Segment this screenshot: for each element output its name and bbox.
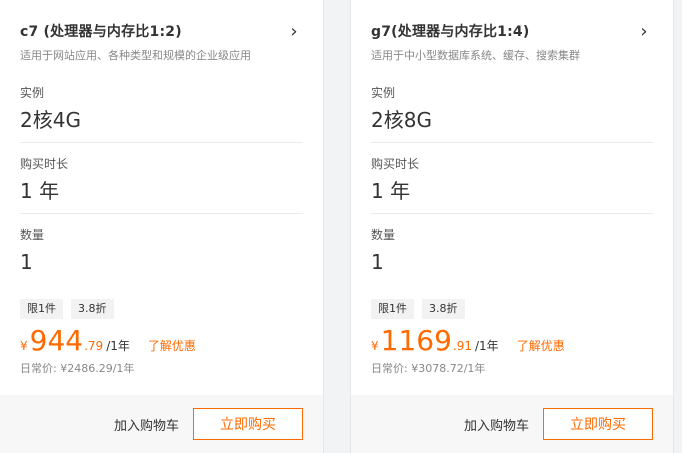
limit-tag: 限1件 [20,299,63,319]
regular-price: 日常价: ¥2486.29/1年 [20,362,135,375]
field-instance[interactable]: 实例 2核4G [20,72,303,143]
field-quantity[interactable]: 数量 1 [371,214,653,285]
limit-tag: 限1件 [371,299,414,319]
promo-tags: 限1件 3.8折 [371,299,653,319]
field-label: 实例 [371,86,396,100]
field-value: 2核8G [371,108,432,132]
price-unit: /1年 [106,339,130,353]
chevron-right-icon[interactable]: › [285,22,303,42]
buy-now-button[interactable]: 立即购买 [543,408,653,440]
card-header[interactable]: c7 (处理器与内存比1:2) 适用于网站应用、各种类型和规模的企业级应用 › [20,0,303,72]
card-title: g7(处理器与内存比1:4) [371,24,530,40]
field-label: 购买时长 [20,157,69,171]
field-instance[interactable]: 实例 2核8G [371,72,653,143]
price-integer: 944 [29,324,84,357]
card-header[interactable]: g7(处理器与内存比1:4) 适用于中小型数据库系统、缓存、搜索集群 › [371,0,653,72]
price-decimal: .79 [84,339,104,353]
add-to-cart-button[interactable]: 加入购物车 [464,415,529,434]
chevron-right-icon[interactable]: › [635,22,653,42]
discount-tag: 3.8折 [422,299,465,319]
price-currency: ¥ [20,339,28,353]
field-label: 实例 [20,86,45,100]
card-footer: 加入购物车 立即购买 [351,395,673,453]
field-label: 数量 [371,228,396,242]
field-value: 1 [371,250,384,274]
field-value: 1 [20,250,33,274]
add-to-cart-button[interactable]: 加入购物车 [114,415,179,434]
discount-info-link[interactable]: 了解优惠 [148,337,196,354]
field-duration[interactable]: 购买时长 1 年 [371,143,653,214]
regular-price: 日常价: ¥3078.72/1年 [371,362,486,375]
price-decimal: .91 [452,339,472,353]
field-duration[interactable]: 购买时长 1 年 [20,143,303,214]
price-row: ¥ 1169 .91 /1年 了解优惠 [371,325,653,359]
price-integer: 1169 [380,324,452,357]
card-footer: 加入购物车 立即购买 [0,395,323,453]
price-row: ¥ 944 .79 /1年 了解优惠 [20,325,303,359]
product-cards: c7 (处理器与内存比1:2) 适用于网站应用、各种类型和规模的企业级应用 › … [0,0,682,453]
promo-section: 限1件 3.8折 ¥ 1169 .91 /1年 了解优惠 日常价: ¥3078.… [371,285,653,377]
price-unit: /1年 [475,339,499,353]
discount-info-link[interactable]: 了解优惠 [517,337,565,354]
card-subtitle: 适用于网站应用、各种类型和规模的企业级应用 [20,49,251,62]
field-label: 购买时长 [371,157,420,171]
buy-now-button[interactable]: 立即购买 [193,408,303,440]
product-card-g7: g7(处理器与内存比1:4) 适用于中小型数据库系统、缓存、搜索集群 › 实例 … [350,0,674,453]
promo-tags: 限1件 3.8折 [20,299,303,319]
card-subtitle: 适用于中小型数据库系统、缓存、搜索集群 [371,49,580,62]
product-card-c7: c7 (处理器与内存比1:2) 适用于网站应用、各种类型和规模的企业级应用 › … [0,0,324,453]
field-label: 数量 [20,228,45,242]
price-currency: ¥ [371,339,379,353]
discount-tag: 3.8折 [71,299,114,319]
field-quantity[interactable]: 数量 1 [20,214,303,285]
promo-section: 限1件 3.8折 ¥ 944 .79 /1年 了解优惠 日常价: ¥2486.2… [20,285,303,377]
card-title: c7 (处理器与内存比1:2) [20,24,182,40]
field-value: 2核4G [20,108,81,132]
field-value: 1 年 [371,179,411,203]
field-value: 1 年 [20,179,60,203]
